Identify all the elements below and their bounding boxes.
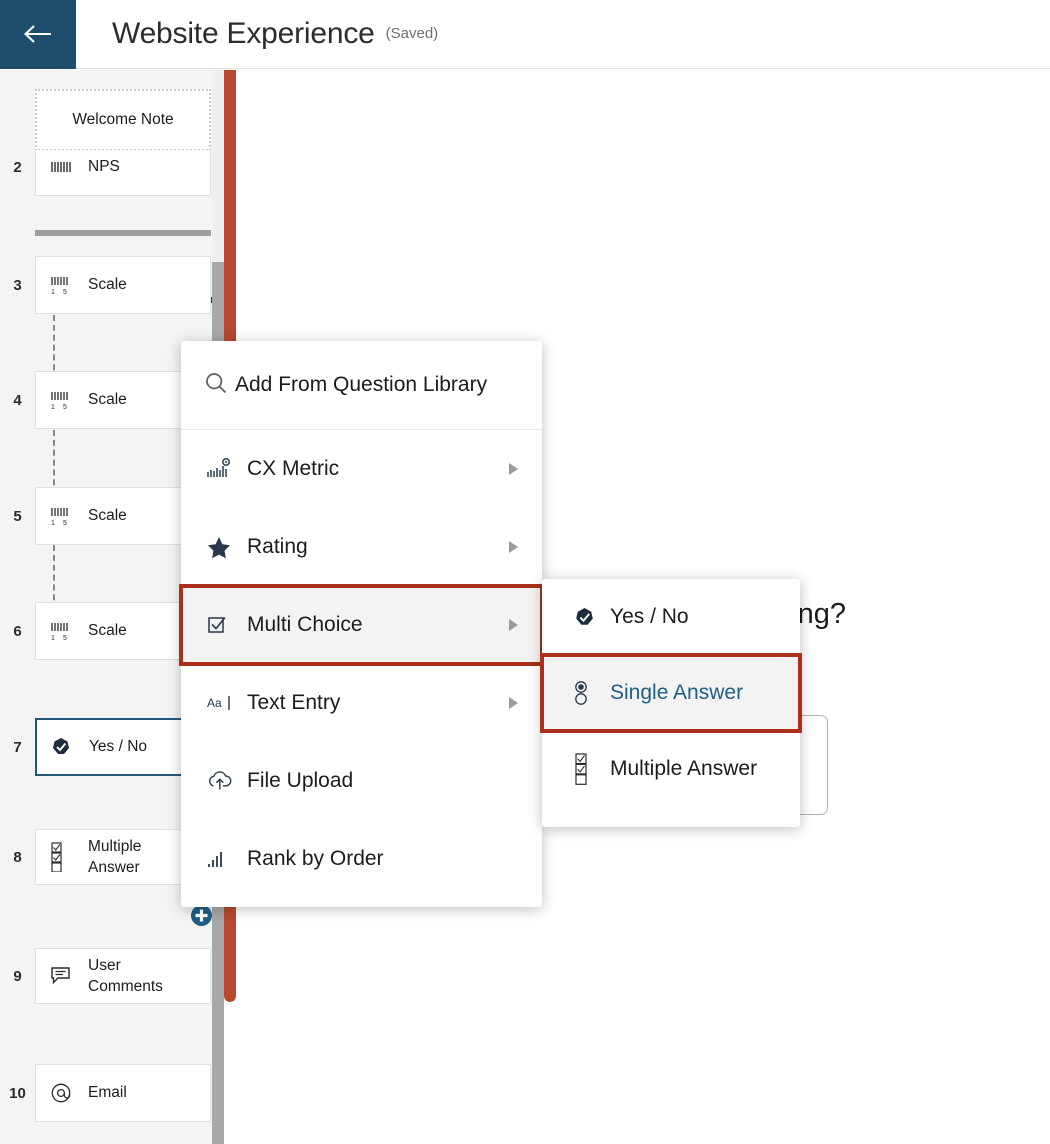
page-title: Website Experience: [112, 17, 375, 50]
question-number: 10: [9, 1084, 26, 1102]
checkbox-list-icon: [574, 753, 600, 785]
question-card[interactable]: Email: [35, 1064, 211, 1122]
cx-metric-icon: [207, 458, 237, 480]
svg-text:1: 1: [51, 520, 55, 526]
text-entry-icon: Aa: [207, 694, 237, 712]
menu-item-rank-by-order[interactable]: Rank by Order: [181, 820, 542, 898]
app-header: Website Experience (Saved): [0, 0, 1050, 69]
yes-no-icon: [574, 607, 600, 628]
menu-item-text-entry[interactable]: Aa Text Entry: [181, 664, 542, 742]
svg-text:1: 1: [51, 635, 55, 641]
table-row[interactable]: 9 User Comments: [0, 948, 224, 1004]
svg-text:5: 5: [63, 404, 67, 410]
question-label: Multiple Answer: [88, 837, 142, 876]
menu-item-question-library[interactable]: Add From Question Library: [181, 341, 542, 430]
menu-item-file-upload[interactable]: File Upload: [181, 742, 542, 820]
question-number: 8: [13, 848, 22, 866]
svg-text:5: 5: [63, 520, 67, 526]
question-label: Scale: [88, 507, 127, 525]
question-number: 9: [13, 967, 22, 985]
table-row[interactable]: 2 NPS: [0, 150, 224, 196]
welcome-note-label: Welcome Note: [72, 111, 174, 128]
submenu-item-multiple-answer[interactable]: Multiple Answer: [542, 731, 800, 807]
question-card[interactable]: User Comments: [35, 948, 211, 1004]
star-icon: [207, 536, 237, 559]
at-sign-icon: [50, 1082, 80, 1104]
menu-item-cx-metric[interactable]: CX Metric: [181, 430, 542, 508]
menu-item-rating[interactable]: Rating: [181, 508, 542, 586]
chevron-right-icon: [508, 462, 520, 476]
table-row[interactable]: 3 1 5 Scale: [0, 256, 224, 314]
chevron-right-icon: [508, 618, 520, 632]
add-question-button[interactable]: [191, 905, 212, 926]
submenu-item-label: Yes / No: [610, 605, 689, 628]
chevron-right-icon: [508, 696, 520, 710]
scale-icon: 1 5: [50, 506, 80, 526]
svg-text:1: 1: [51, 404, 55, 410]
nps-icon: [50, 158, 80, 176]
menu-search-label: Add From Question Library: [235, 373, 488, 396]
menu-item-label: Rating: [247, 535, 308, 558]
question-label: User Comments: [88, 956, 163, 995]
scale-icon: 1 5: [50, 390, 80, 410]
back-button[interactable]: [0, 0, 76, 69]
search-icon: [205, 372, 227, 399]
bar-chart-icon: [207, 849, 237, 869]
svg-text:5: 5: [63, 635, 67, 641]
save-status: (Saved): [385, 24, 439, 42]
svg-text:1: 1: [51, 289, 55, 295]
question-number: 6: [13, 622, 22, 640]
question-number: 3: [13, 276, 22, 294]
question-card[interactable]: 1 5 Scale: [35, 256, 211, 314]
question-row-2-clip: 2 NPS: [0, 150, 224, 198]
question-card[interactable]: NPS: [35, 150, 211, 196]
radio-list-icon: [574, 680, 600, 706]
checkbox-icon: [207, 615, 237, 635]
svg-text:Aa: Aa: [207, 696, 222, 710]
submenu-item-label: Multiple Answer: [610, 757, 758, 780]
submenu-item-yes-no[interactable]: Yes / No: [542, 579, 800, 655]
question-label: NPS: [88, 158, 120, 176]
svg-text:5: 5: [63, 289, 67, 295]
menu-item-label: File Upload: [247, 769, 354, 792]
submenu-item-single-answer[interactable]: Single Answer: [540, 653, 802, 733]
scale-icon: 1 5: [50, 275, 80, 295]
question-number: 4: [13, 391, 22, 409]
menu-item-label: Multi Choice: [247, 613, 363, 636]
chevron-right-icon: [508, 540, 520, 554]
comment-icon: [50, 966, 80, 986]
question-label: Scale: [88, 276, 127, 294]
question-label: Scale: [88, 622, 127, 640]
scale-icon: 1 5: [50, 621, 80, 641]
arrow-left-icon: [23, 23, 53, 45]
add-question-menu: Add From Question Library CX Metric Rati…: [179, 341, 544, 907]
question-label: Scale: [88, 391, 127, 409]
submenu-item-label: Single Answer: [610, 681, 744, 704]
yes-no-icon: [51, 737, 81, 757]
question-label: Email: [88, 1084, 127, 1102]
menu-item-label: CX Metric: [247, 457, 340, 480]
welcome-note-card[interactable]: Welcome Note: [35, 89, 211, 151]
menu-item-label: Rank by Order: [247, 847, 384, 870]
question-number: 2: [13, 158, 22, 176]
table-row[interactable]: 10 Email: [0, 1064, 224, 1122]
multi-choice-submenu: Yes / No Single Answer Multiple Answer: [540, 579, 802, 827]
upload-cloud-icon: [207, 771, 237, 791]
scroll-divider: [35, 230, 211, 236]
menu-item-label: Text Entry: [247, 691, 341, 714]
question-number: 5: [13, 507, 22, 525]
app-root: Website Experience (Saved) trouble findi…: [0, 0, 1050, 1144]
question-label: Yes / No: [89, 738, 148, 756]
question-number: 7: [13, 738, 22, 756]
menu-item-multi-choice[interactable]: Multi Choice: [179, 584, 544, 666]
checkbox-list-icon: [50, 842, 80, 872]
